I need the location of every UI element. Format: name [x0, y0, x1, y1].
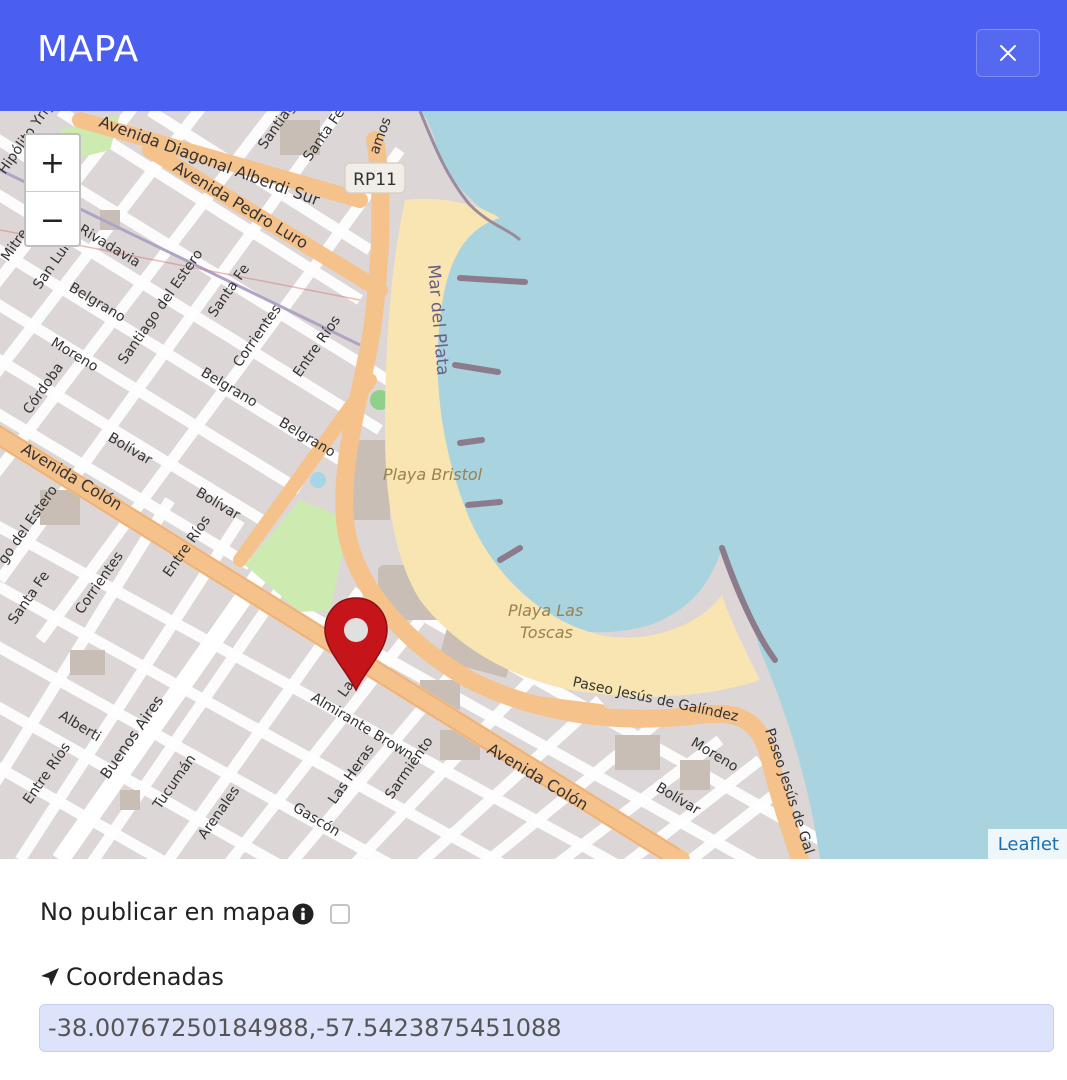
- coordinates-label: Coordenadas: [66, 963, 224, 991]
- playa-bristol-label: Playa Bristol: [383, 465, 483, 484]
- playa-las-toscas-label-2: Toscas: [520, 623, 573, 642]
- coordinates-label-row: Coordenadas: [40, 963, 224, 991]
- info-circle-icon[interactable]: [292, 903, 314, 929]
- modal-title: MAPA: [37, 29, 139, 70]
- no-publicar-label: No publicar en mapa: [40, 898, 291, 926]
- rp11-label: RP11: [353, 170, 397, 190]
- map-tiles[interactable]: RP11 Avenida Diagonal Alberdi Sur Avenid…: [0, 111, 1067, 859]
- map-view[interactable]: RP11 Avenida Diagonal Alberdi Sur Avenid…: [0, 111, 1067, 859]
- form-section: No publicar en mapa Coordenadas: [0, 859, 1067, 1080]
- location-arrow-icon: [41, 968, 59, 986]
- leaflet-link[interactable]: Leaflet: [998, 834, 1059, 855]
- close-icon: [1000, 45, 1016, 61]
- modal-header: MAPA: [0, 0, 1067, 111]
- map-attribution: Leaflet: [987, 829, 1067, 859]
- zoom-control: + −: [24, 133, 81, 247]
- close-button[interactable]: [976, 29, 1040, 77]
- coordinates-input[interactable]: [39, 1004, 1054, 1052]
- no-publicar-checkbox[interactable]: [330, 904, 351, 924]
- zoom-out-button[interactable]: −: [26, 191, 79, 245]
- playa-las-toscas-label-1: Playa Las: [508, 601, 583, 620]
- map-modal: MAPA RP11 Avenida Diagonal Alberdi Sur A…: [0, 0, 1067, 1080]
- zoom-in-button[interactable]: +: [26, 135, 79, 191]
- no-publicar-row: No publicar en mapa: [40, 895, 351, 929]
